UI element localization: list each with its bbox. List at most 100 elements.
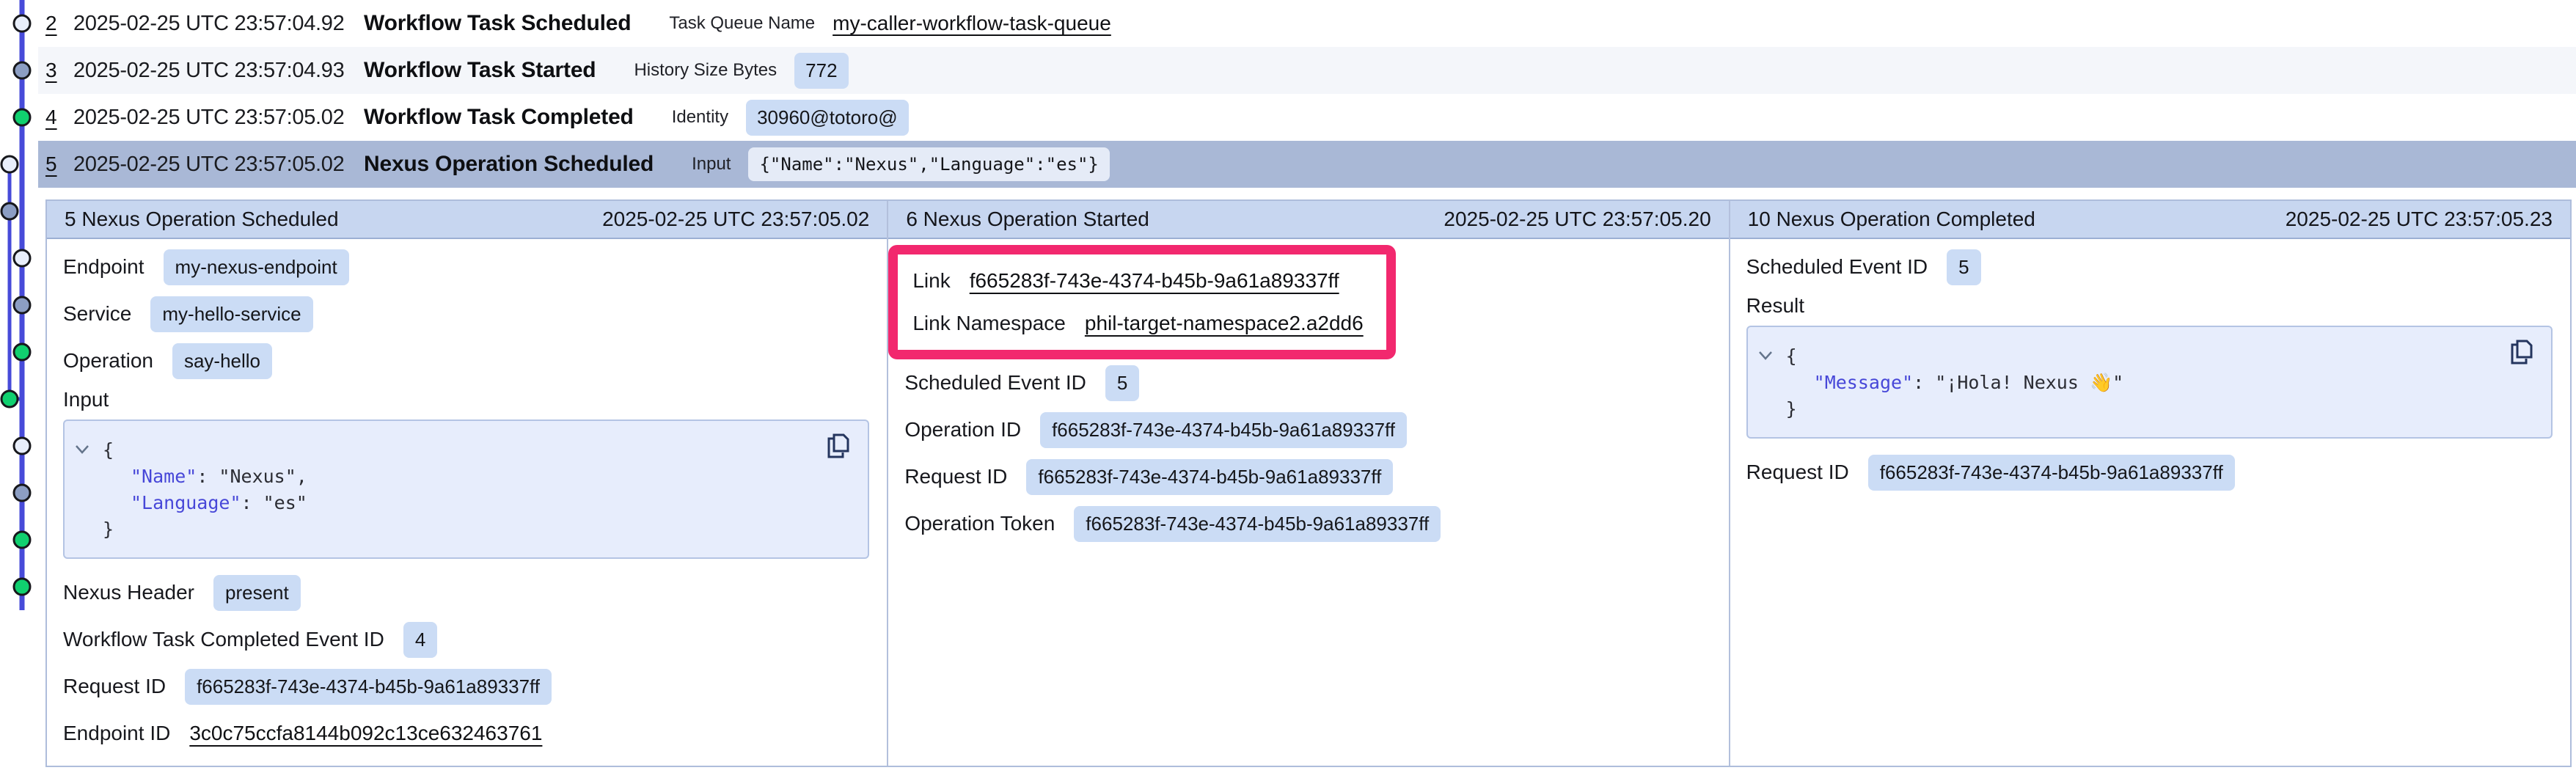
event-time: 2025-02-25 UTC 23:57:04.93 (73, 59, 364, 83)
timeline-dot-gray (1, 203, 18, 219)
event-time: 2025-02-25 UTC 23:57:05.02 (73, 153, 364, 177)
event-title: Nexus Operation Scheduled (364, 152, 654, 177)
timeline-dot-green (1, 391, 18, 407)
panel-nexus-operation-scheduled: 5 Nexus Operation Scheduled 2025-02-25 U… (47, 201, 887, 766)
timeline-dot-green (14, 109, 30, 125)
panel-title: 6 Nexus Operation Started (906, 208, 1149, 231)
input-label: Input (63, 388, 109, 411)
timeline-dot-white (14, 438, 30, 454)
panel-nexus-operation-started: 6 Nexus Operation Started 2025-02-25 UTC… (887, 201, 1728, 766)
copy-button[interactable] (2509, 339, 2535, 367)
field-label: Request ID (1746, 461, 1849, 484)
field-operation: Operation say-hello (63, 337, 869, 384)
event-title: Workflow Task Completed (364, 105, 634, 130)
collapse-chevron-icon[interactable] (1758, 342, 1786, 368)
event-id-link[interactable]: 3 (45, 59, 73, 82)
field-scheduled-event-id: Scheduled Event ID 5 (904, 359, 1710, 406)
panel-timestamp: 2025-02-25 UTC 23:57:05.20 (1443, 208, 1710, 231)
event-row-2[interactable]: 2 2025-02-25 UTC 23:57:04.92 Workflow Ta… (38, 0, 2576, 47)
event-row-3[interactable]: 3 2025-02-25 UTC 23:57:04.93 Workflow Ta… (38, 47, 2576, 94)
identity-badge: 30960@totoro@ (746, 100, 909, 136)
service-badge: my-hello-service (150, 296, 312, 332)
link-namespace-link[interactable]: phil-target-namespace2.a2dd6 (1085, 312, 1364, 335)
json-brace: } (103, 519, 114, 540)
field-label: Request ID (904, 465, 1007, 488)
field-request-id: Request ID f665283f-743e-4374-b45b-9a61a… (63, 663, 869, 710)
event-id-link[interactable]: 5 (45, 153, 73, 176)
field-label: Workflow Task Completed Event ID (63, 628, 384, 651)
field-label: Link Namespace (912, 312, 1066, 335)
collapse-chevron-icon[interactable] (75, 436, 103, 462)
event-field-label: Identity (672, 107, 728, 128)
event-title: Workflow Task Started (364, 58, 596, 83)
field-label: Request ID (63, 675, 166, 698)
json-line: { (1758, 342, 2492, 370)
event-field-label: Input (692, 154, 731, 175)
copy-icon (825, 433, 852, 461)
field-label: Nexus Header (63, 581, 194, 604)
field-link-namespace: Link Namespace phil-target-namespace2.a2… (912, 302, 1386, 345)
link-target-link[interactable]: f665283f-743e-4374-b45b-9a61a89337ff (970, 269, 1339, 293)
request-id-badge: f665283f-743e-4374-b45b-9a61a89337ff (1868, 455, 2235, 491)
timeline-dot-gray (14, 62, 30, 78)
event-id-link[interactable]: 4 (45, 106, 73, 129)
request-id-badge: f665283f-743e-4374-b45b-9a61a89337ff (185, 669, 552, 705)
event-field-label: Task Queue Name (669, 13, 815, 34)
event-detail-panels: 5 Nexus Operation Scheduled 2025-02-25 U… (45, 199, 2572, 767)
panel-body: Scheduled Event ID 5 Result { "Message":… (1730, 239, 2570, 766)
field-service: Service my-hello-service (63, 290, 869, 337)
scheduled-event-id-badge: 5 (1947, 249, 1980, 285)
json-brace: { (103, 439, 114, 461)
copy-icon (2509, 339, 2535, 367)
timeline-dot-green (14, 579, 30, 595)
json-brace: { (1786, 345, 1797, 367)
json-key: "Message" (1814, 372, 1913, 393)
json-line: "Message": "¡Hola! Nexus 👋" (1758, 370, 2492, 396)
event-time: 2025-02-25 UTC 23:57:05.02 (73, 106, 364, 130)
copy-button[interactable] (825, 433, 852, 461)
event-title: Workflow Task Scheduled (364, 11, 631, 36)
field-label: Service (63, 302, 131, 326)
endpoint-id-link[interactable]: 3c0c75ccfa8144b092c13ce632463761 (189, 722, 542, 745)
field-operation-token: Operation Token f665283f-743e-4374-b45b-… (904, 500, 1710, 547)
json-line: "Language": "es" (75, 490, 809, 516)
json-brace: } (1786, 398, 1797, 420)
task-queue-link[interactable]: my-caller-workflow-task-queue (833, 12, 1111, 35)
json-value: : "¡Hola! Nexus 👋" (1913, 372, 2123, 393)
field-endpoint-id: Endpoint ID 3c0c75ccfa8144b092c13ce63246… (63, 710, 869, 757)
json-line: "Name": "Nexus", (75, 464, 809, 490)
panel-title: 5 Nexus Operation Scheduled (65, 208, 339, 231)
json-value: : "es" (241, 492, 307, 513)
result-label: Result (1746, 294, 1804, 318)
event-row-4[interactable]: 4 2025-02-25 UTC 23:57:05.02 Workflow Ta… (38, 94, 2576, 141)
field-label: Scheduled Event ID (904, 371, 1086, 395)
workflow-event-history-view: 2 2025-02-25 UTC 23:57:04.92 Workflow Ta… (0, 0, 2576, 773)
timeline-dot-white (14, 15, 30, 32)
result-label-row: Result (1746, 290, 2553, 321)
field-label: Operation Token (904, 512, 1055, 535)
field-label: Link (912, 269, 950, 293)
input-payload-badge: {"Name":"Nexus","Language":"es"} (748, 147, 1109, 181)
json-line: } (75, 516, 809, 543)
input-label-row: Input (63, 384, 869, 415)
request-id-badge: f665283f-743e-4374-b45b-9a61a89337ff (1026, 459, 1393, 495)
panel-body: Endpoint my-nexus-endpoint Service my-he… (47, 239, 887, 766)
json-line: { (75, 436, 809, 464)
event-list: 2 2025-02-25 UTC 23:57:04.92 Workflow Ta… (38, 0, 2576, 188)
operation-token-badge: f665283f-743e-4374-b45b-9a61a89337ff (1074, 506, 1441, 542)
panel-timestamp: 2025-02-25 UTC 23:57:05.02 (602, 208, 869, 231)
field-scheduled-event-id: Scheduled Event ID 5 (1746, 243, 2553, 290)
timeline-dot-gray (14, 485, 30, 501)
json-line: } (1758, 396, 2492, 422)
history-size-badge: 772 (794, 53, 848, 89)
field-label: Scheduled Event ID (1746, 255, 1928, 279)
panel-body: Link f665283f-743e-4374-b45b-9a61a89337f… (888, 239, 1728, 766)
nexus-header-badge: present (213, 575, 301, 611)
event-id-link[interactable]: 2 (45, 12, 73, 35)
field-workflow-task-completed-event-id: Workflow Task Completed Event ID 4 (63, 616, 869, 663)
result-json-viewer: { "Message": "¡Hola! Nexus 👋" } (1746, 326, 2553, 439)
event-row-5-selected[interactable]: 5 2025-02-25 UTC 23:57:05.02 Nexus Opera… (38, 141, 2576, 188)
link-highlight-box: Link f665283f-743e-4374-b45b-9a61a89337f… (888, 245, 1396, 359)
json-key: "Name" (131, 466, 197, 487)
field-request-id: Request ID f665283f-743e-4374-b45b-9a61a… (904, 453, 1710, 500)
